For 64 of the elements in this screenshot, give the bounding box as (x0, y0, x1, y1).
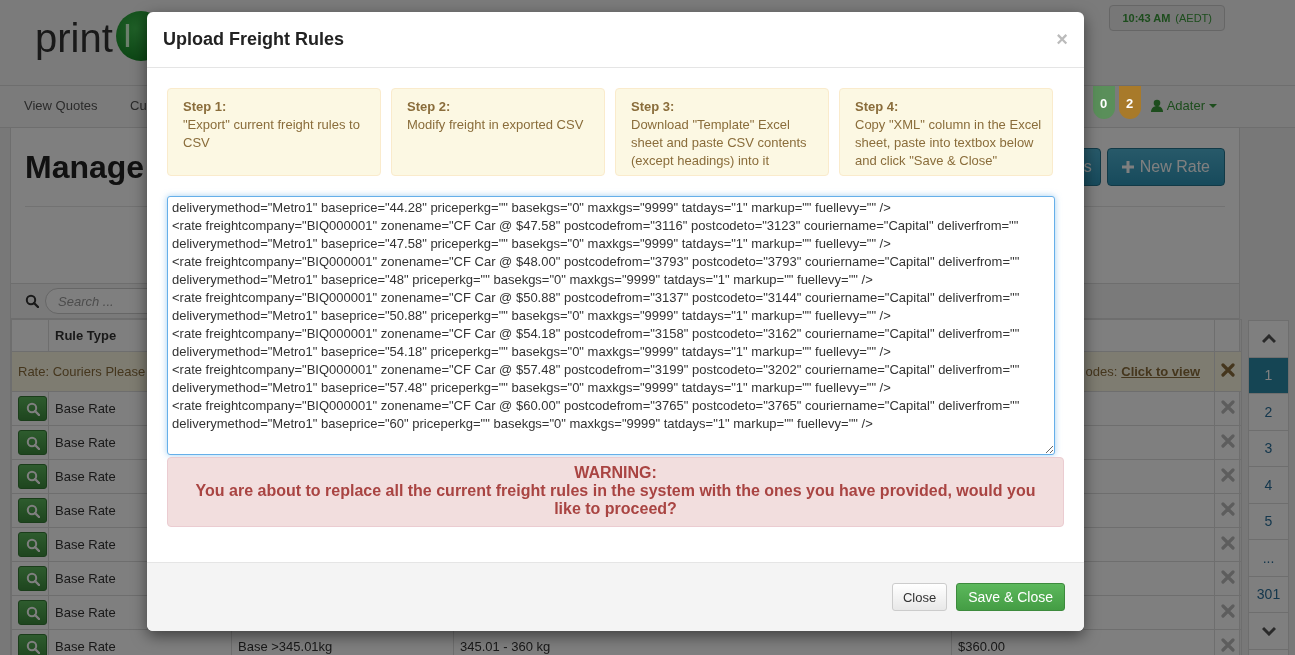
page-button[interactable]: 301 (1249, 576, 1288, 613)
nav-link[interactable]: View Quotes (24, 86, 130, 113)
page-button[interactable]: 5 (1249, 503, 1288, 540)
view-button[interactable] (18, 532, 47, 557)
view-button[interactable] (18, 566, 47, 591)
notice-text: Rate: Couriers Please (18, 364, 146, 379)
page-title: Manage (25, 148, 145, 186)
step-title: Step 3: (631, 98, 676, 116)
close-icon (1221, 363, 1235, 377)
search-icon (25, 503, 40, 518)
page-button[interactable]: 1 (1249, 357, 1288, 394)
close-button[interactable]: × (1056, 28, 1068, 51)
search-icon (25, 537, 40, 552)
delete-icon (1221, 638, 1235, 652)
page-button[interactable]: 3 (1249, 430, 1288, 467)
step-text: Copy "XML" column in the Excel sheet, paste into textbox below and click "Save & Close" (855, 117, 1042, 168)
logo-text: print (35, 17, 113, 58)
step-text: Download "Template" Excel sheet and paste CSV contents (except headings) into it (631, 117, 807, 168)
user-menu[interactable]: Adater (1166, 98, 1205, 113)
view-button[interactable] (18, 396, 47, 421)
step-text: "Export" current freight rules to CSV (183, 117, 360, 150)
delete-icon (1221, 434, 1235, 448)
delete-icon (1221, 400, 1235, 414)
chevron-up-icon (1261, 333, 1276, 344)
step-title: Step 2: (407, 98, 452, 116)
page-button[interactable]: ... (1249, 540, 1288, 577)
step-title: Step 1: (183, 98, 228, 116)
delete-icon (1221, 468, 1235, 482)
delete-icon (1221, 570, 1235, 584)
view-button[interactable] (18, 464, 47, 489)
chevron-down-icon (1261, 625, 1276, 636)
delete-icon (1221, 604, 1235, 618)
step-text: Modify freight in exported CSV (407, 117, 584, 132)
view-button[interactable] (18, 634, 47, 655)
search-icon (25, 639, 40, 654)
user-icon (1150, 99, 1163, 112)
count-badge[interactable]: 2 (1118, 86, 1141, 119)
search-icon (25, 294, 39, 308)
page-button[interactable]: 2 (1249, 394, 1288, 431)
search-icon (25, 435, 40, 450)
search-icon (25, 571, 40, 586)
search-icon (25, 401, 40, 416)
nav-link[interactable]: Cu (130, 86, 147, 113)
caret-icon (1209, 103, 1217, 108)
search-icon (25, 469, 40, 484)
close-button[interactable]: Close (891, 583, 948, 611)
xml-text-area[interactable]: deliverymethod="Metro1" baseprice="44.28" priceperkg="" basekgs="0" maxkgs="9999" tatdays="1" markup="" fuellevy="" /> <rate freightcompany="BIQ000001" zonename="CF Car @ $47.58" postcodefrom="3116" postcodeto="3123" couriername="Capital" deliverfrom="" deliverymethod="Metro1" baseprice="47.58" priceperkg="" basekgs="0" maxkgs="9999" tatdays="1" markup="" fuellevy="" /> <rate freightcompany="BIQ000001" zonename="CF Car @ $48.00" postcodefrom="3793" postcodeto="3793" couriername="Capital" deliverfrom="" deliverymethod="Metro1" baseprice="48" priceperkg="" basekgs="0" maxkgs="9999" tatdays="1" markup="" fuellevy="" /> <rate freightcompany="BIQ000001" zonename="CF Car @ $50.88" postcodefrom="3137" postcodeto="3144" couriername="Capital" deliverfrom="" deliverymethod="Metro1" baseprice="50.88" priceperkg="" basekgs="0" maxkgs="9999" tatdays="1" markup="" fuellevy="" /> <rate freightcompany="BIQ000001" zonename="CF Car @ $54.18" postcodefrom="3158" postcodeto="3162" couriername="Capital" deliverfrom="" deliverymethod="Metro1" baseprice="54.18" priceperkg="" basekgs="0" maxkgs="9999" tatdays="1" markup="" fuellevy="" /> <rate freightcompany="BIQ000001" zonename="CF Car @ $57.48" postcodefrom="3199" postcodeto="3202" couriername="Capital" deliverfrom="" deliverymethod="Metro1" baseprice="57.48" priceperkg="" basekgs="0" maxkgs="9999" tatdays="1" markup="" fuellevy="" /> <rate freightcompany="BIQ000001" zonename="CF Car @ $60.00" postcodefrom="3765" postcodeto="3765" couriername="Capital" deliverfrom="" deliverymethod="Metro1" baseprice="60" priceperkg="" basekgs="0" maxkgs="9999" tatdays="1" markup="" fuellevy="" /> (167, 196, 1055, 455)
view-button[interactable] (18, 430, 47, 455)
notice-text: odes: (1085, 364, 1118, 379)
warning-title: WARNING: (573, 464, 658, 482)
view-button[interactable] (18, 600, 47, 625)
new-rate-button[interactable]: New Rate (1106, 148, 1225, 186)
search-icon (25, 605, 40, 620)
view-link[interactable]: Click to view (1121, 364, 1200, 379)
view-button[interactable] (18, 498, 47, 523)
step-title: Step 4: (855, 98, 900, 116)
delete-icon (1221, 502, 1235, 516)
delete-icon (1221, 536, 1235, 550)
plus-icon (1121, 161, 1134, 173)
count-badge[interactable]: 0 (1092, 86, 1115, 119)
dialog-title: Upload Freight Rules (163, 29, 344, 50)
page-button[interactable]: 4 (1249, 467, 1288, 504)
save-close-button[interactable]: Save & Close (956, 583, 1065, 611)
clock-box: 10:43 AM (AEDT) (1109, 5, 1225, 31)
